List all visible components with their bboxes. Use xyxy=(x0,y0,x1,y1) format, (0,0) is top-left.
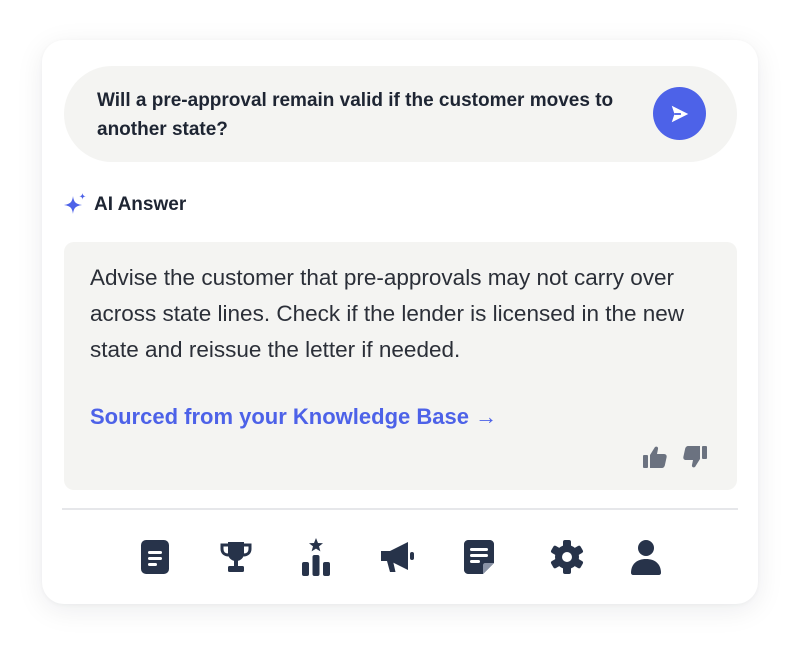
notes-icon xyxy=(464,540,494,574)
nav-item-achievements[interactable] xyxy=(216,537,256,577)
user-icon xyxy=(631,540,661,575)
nav-item-profile[interactable] xyxy=(626,537,666,577)
answer-panel: Advise the customer that pre-approvals m… xyxy=(64,242,737,490)
megaphone-icon xyxy=(381,542,414,572)
thumbs-down-button[interactable] xyxy=(682,445,708,474)
nav-item-announcements[interactable] xyxy=(377,537,417,577)
question-bar: Will a pre-approval remain valid if the … xyxy=(64,66,737,162)
nav-item-notes[interactable] xyxy=(459,537,499,577)
sparkle-icon xyxy=(64,193,86,214)
question-text: Will a pre-approval remain valid if the … xyxy=(97,90,614,140)
divider xyxy=(62,508,738,510)
thumbs-up-icon xyxy=(643,446,667,468)
trophy-icon xyxy=(220,542,252,572)
nav-item-leaderboard[interactable] xyxy=(296,537,336,577)
ai-answer-label: AI Answer xyxy=(94,194,187,215)
leaderboard-icon xyxy=(302,538,330,576)
bottom-nav xyxy=(42,537,758,577)
document-icon xyxy=(141,540,169,574)
answer-text: Advise the customer that pre-approvals m… xyxy=(90,265,685,362)
nav-item-settings[interactable] xyxy=(547,537,587,577)
send-icon xyxy=(671,105,688,122)
feedback-controls xyxy=(642,445,708,474)
thumbs-up-button[interactable] xyxy=(642,445,668,474)
send-button[interactable] xyxy=(653,87,706,140)
ai-answer-header: AI Answer xyxy=(62,191,186,219)
settings-icon xyxy=(551,540,583,574)
knowledge-base-link[interactable]: Sourced from your Knowledge Base → xyxy=(90,404,497,430)
nav-item-document[interactable] xyxy=(135,537,175,577)
assistant-card: Will a pre-approval remain valid if the … xyxy=(42,40,758,604)
thumbs-down-icon xyxy=(683,446,707,468)
